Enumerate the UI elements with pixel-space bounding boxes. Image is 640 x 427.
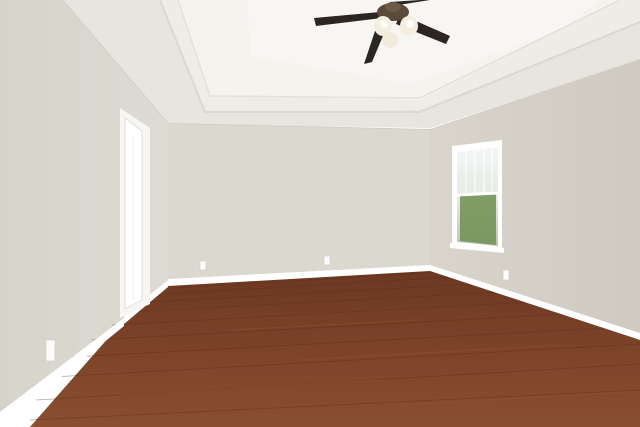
back-wall <box>168 124 430 283</box>
door <box>120 108 150 318</box>
window <box>450 140 504 253</box>
room-illustration <box>0 0 640 427</box>
room-photo <box>0 0 640 427</box>
